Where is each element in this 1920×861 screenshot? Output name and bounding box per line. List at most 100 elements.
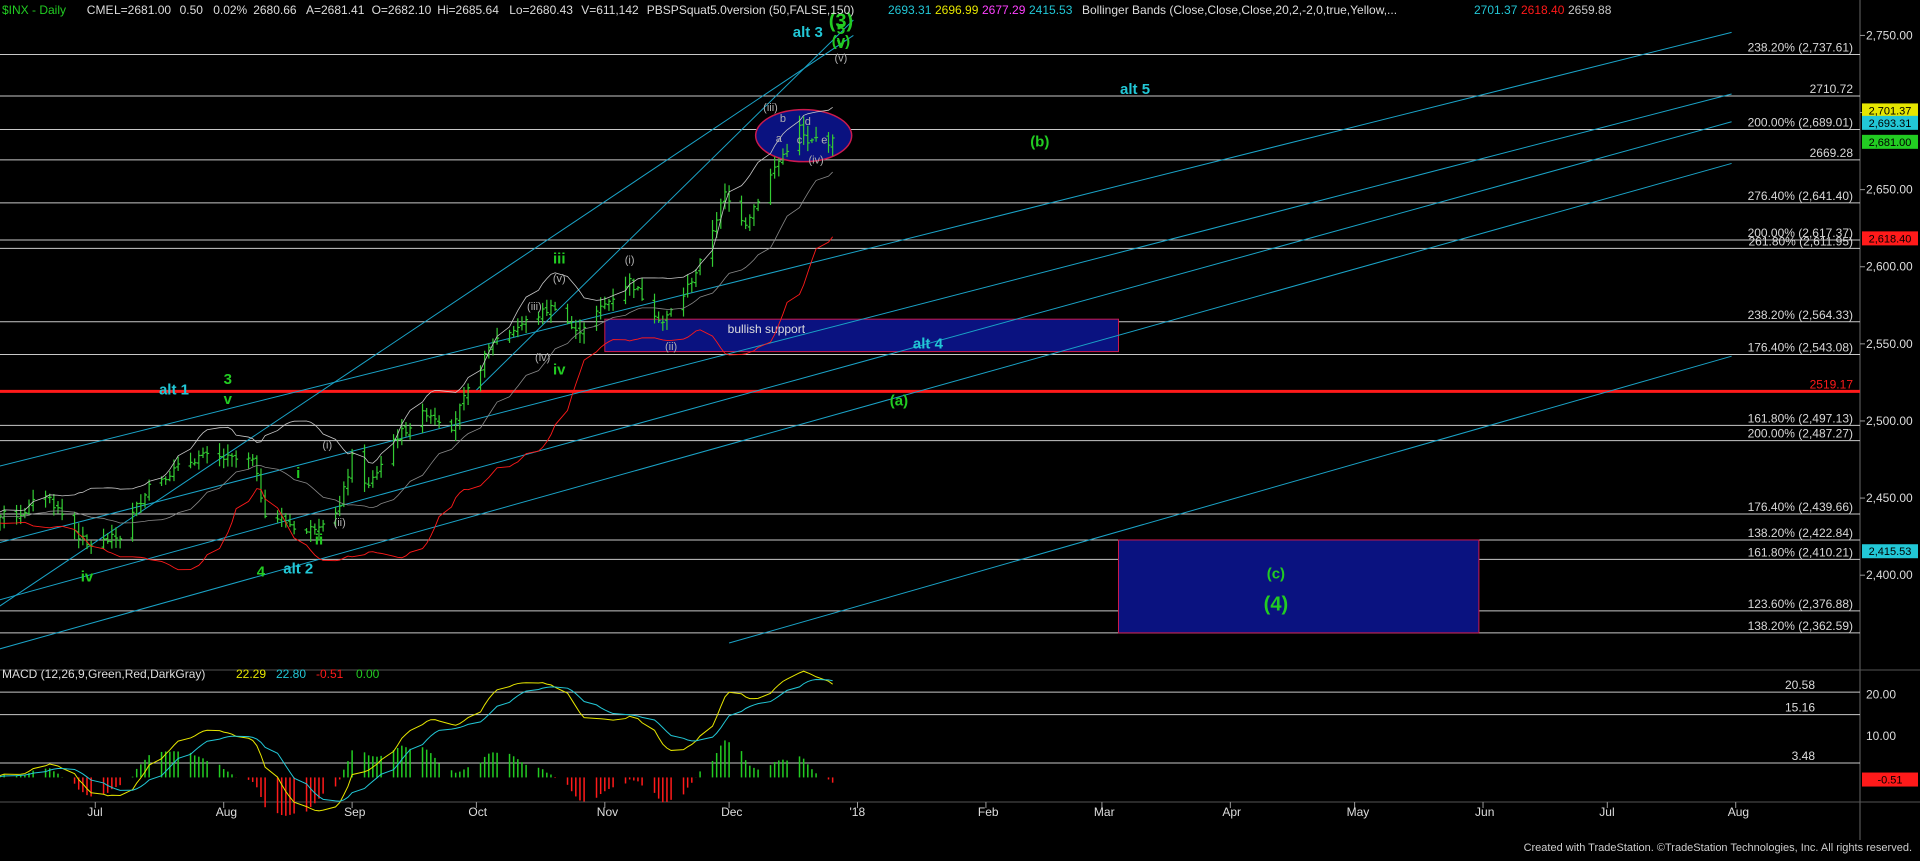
- macd-tick-label: 20.00: [1866, 688, 1896, 702]
- time-tick-label: Mar: [1094, 805, 1115, 819]
- wave-label: v: [837, 35, 846, 52]
- fib-label: 138.20% (2,422.84): [1748, 526, 1853, 540]
- price-tick-label: 2,400.00: [1866, 568, 1913, 582]
- macd-value: 22.80: [276, 667, 306, 681]
- wave-label: alt 3: [793, 24, 823, 41]
- header-field: PBSPSquat5.0version (50,FALSE,150): [647, 3, 854, 17]
- macd-value: 0.00: [356, 667, 380, 681]
- price-badge-label: 2,693.31: [1869, 118, 1912, 130]
- study-value: 2693.31: [888, 3, 932, 17]
- header-field: 0.50: [180, 3, 204, 17]
- header-field: V=611,142: [581, 3, 639, 17]
- price-badge-label: 2,618.40: [1869, 233, 1912, 245]
- bb-value: 2701.37: [1474, 3, 1518, 17]
- fib-label: 2519.17: [1810, 377, 1854, 391]
- price-badge-label: 2,681.00: [1869, 137, 1912, 149]
- wave-label: ii: [315, 531, 323, 548]
- price-tick-label: 2,550.00: [1866, 337, 1913, 351]
- wave-label: 3: [224, 371, 232, 388]
- wave-label: (v): [553, 273, 566, 285]
- wave-label: (ii): [334, 517, 346, 529]
- time-tick-label: Sep: [344, 805, 366, 819]
- fib-label: 261.80% (2,611.95): [1748, 234, 1853, 248]
- header-field: Lo=2680.43: [509, 3, 573, 17]
- wave-label: b: [780, 113, 786, 125]
- wave-label: (a): [890, 393, 908, 410]
- wave-label: alt 1: [159, 382, 189, 399]
- bb-value: 2618.40: [1521, 3, 1565, 17]
- wave-label: 4: [257, 564, 266, 581]
- macd-value: -0.51: [316, 667, 344, 681]
- price-tick-label: 2,650.00: [1866, 183, 1913, 197]
- fib-label: 123.60% (2,376.88): [1748, 597, 1853, 611]
- wave-label: alt 2: [283, 561, 313, 578]
- wave-label: (iii): [763, 102, 778, 114]
- time-tick-label: Dec: [721, 805, 742, 819]
- time-tick-label: Aug: [1728, 805, 1749, 819]
- wave-label: v: [224, 391, 233, 408]
- time-tick-label: Apr: [1222, 805, 1241, 819]
- study-value: 2677.29: [982, 3, 1026, 17]
- header-field: 0.02%: [213, 3, 247, 17]
- time-tick-label: Jul: [1599, 805, 1614, 819]
- fib-label: 276.40% (2,641.40): [1748, 189, 1853, 203]
- time-tick-label: Nov: [597, 805, 618, 819]
- price-chart[interactable]: 2,750.002,700.002,650.002,600.002,550.00…: [0, 0, 1920, 856]
- header-field: Hi=2685.64: [437, 3, 499, 17]
- chart-window: 2,750.002,700.002,650.002,600.002,550.00…: [0, 0, 1920, 856]
- fib-label: 161.80% (2,497.13): [1748, 411, 1853, 425]
- wave-label: (b): [1030, 133, 1049, 150]
- macd-value: 22.29: [236, 667, 266, 681]
- fib-label: 138.20% (2,362.59): [1748, 619, 1853, 633]
- target-zone: [1117, 539, 1480, 634]
- wave-label: alt 5: [1120, 81, 1150, 98]
- fib-label: 200.00% (2,487.27): [1748, 427, 1853, 441]
- wave-label: (v): [835, 53, 848, 65]
- price-tick-label: 2,500.00: [1866, 414, 1913, 428]
- wave-label: (iv): [535, 352, 550, 364]
- study-value: 2696.99: [935, 3, 979, 17]
- macd-label: MACD (12,26,9,Green,Red,DarkGray): [2, 667, 205, 681]
- bb-value: 2659.88: [1568, 3, 1612, 17]
- price-tick-label: 2,750.00: [1866, 28, 1913, 42]
- fib-label: 238.20% (2,737.61): [1748, 41, 1853, 55]
- price-badge-label: 2,701.37: [1869, 105, 1912, 117]
- fib-label: 2669.28: [1810, 146, 1854, 160]
- time-tick-label: Feb: [978, 805, 999, 819]
- time-tick-label: Aug: [216, 805, 237, 819]
- target-zone: [604, 318, 1119, 353]
- time-tick-label: May: [1347, 805, 1370, 819]
- macd-level-label: 3.48: [1792, 749, 1816, 763]
- wave-label: iv: [553, 362, 566, 379]
- time-tick-label: Jul: [87, 805, 102, 819]
- wave-label: iii: [553, 251, 566, 268]
- price-tick-label: 2,450.00: [1866, 491, 1913, 505]
- wave-label: i: [296, 465, 300, 482]
- fib-label: 161.80% (2,410.21): [1748, 545, 1853, 559]
- wave-label: iv: [81, 568, 94, 585]
- time-tick-label: Oct: [468, 805, 487, 819]
- fib-label: 200.00% (2,689.01): [1748, 115, 1853, 129]
- wave-label: (i): [322, 440, 332, 452]
- header-field: L=2681.00: [114, 3, 171, 17]
- header-field: $INX - Daily: [2, 3, 66, 17]
- wave-label: (4): [1264, 594, 1288, 616]
- chart-header: $INX - Daily CME L=2681.00 0.50 0.02% 2680.66…: [2, 3, 1612, 17]
- header-field: A=2681.41: [306, 3, 365, 17]
- header-field: CME: [87, 3, 114, 17]
- wave-label: (ii): [665, 341, 677, 353]
- fib-label: 238.20% (2,564.33): [1748, 308, 1853, 322]
- wave-label: (c): [1267, 565, 1285, 582]
- price-badge-label: 2,415.53: [1869, 546, 1912, 558]
- macd-tick-label: 10.00: [1866, 729, 1896, 743]
- wave-label: (iii): [527, 301, 542, 313]
- wave-label: alt 4: [913, 335, 944, 352]
- footer-text: Created with TradeStation. ©TradeStation…: [1523, 842, 1912, 854]
- bb-label: Bollinger Bands (Close,Close,Close,20,2,…: [1082, 3, 1397, 17]
- macd-badge-label: -0.51: [1877, 775, 1902, 787]
- time-tick-label: '18: [850, 805, 866, 819]
- wave-label: d: [805, 116, 811, 128]
- chart-background: [0, 0, 1920, 856]
- wave-label: c: [797, 134, 803, 146]
- study-value: 2415.53: [1029, 3, 1073, 17]
